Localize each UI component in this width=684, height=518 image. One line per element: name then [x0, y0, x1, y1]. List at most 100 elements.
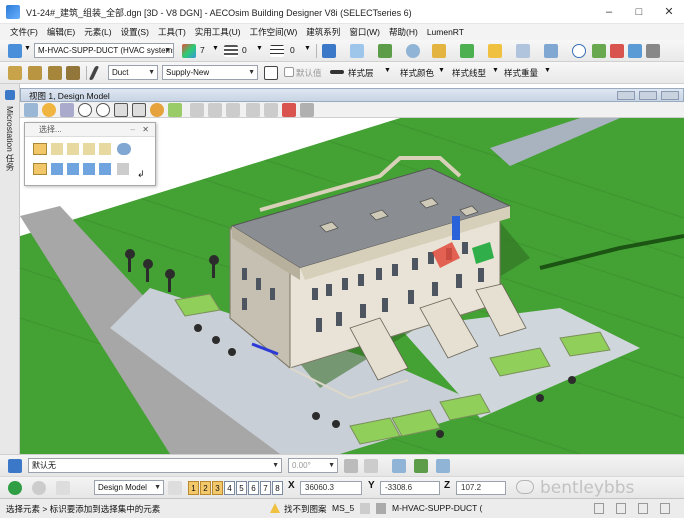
update-view-button[interactable]	[60, 103, 74, 117]
status-active-level[interactable]: M-HVAC-SUPP-DUCT (	[392, 503, 482, 513]
zoom-out-button[interactable]	[96, 103, 110, 117]
line-weight-icon[interactable]	[270, 45, 284, 57]
style-weight-dropdown[interactable]: 样式重量	[504, 67, 538, 79]
batch-icon[interactable]	[628, 44, 642, 58]
edit-icon[interactable]	[610, 44, 624, 58]
duct-tool-icon[interactable]	[8, 66, 22, 80]
maximize-button[interactable]: □	[624, 4, 654, 20]
mode-invert-icon[interactable]	[83, 163, 95, 175]
duct-fitting-icon[interactable]	[28, 66, 42, 80]
fit-view-button[interactable]	[132, 103, 146, 117]
menu-help[interactable]: 帮助(H)	[389, 26, 418, 38]
material-icon[interactable]	[432, 44, 446, 58]
duct-terminal-icon[interactable]	[66, 66, 80, 80]
level-manager-icon[interactable]	[8, 44, 22, 58]
menu-element[interactable]: 元素(L)	[84, 26, 111, 38]
mode-add-icon[interactable]	[51, 163, 63, 175]
save-status-icon[interactable]	[638, 503, 648, 514]
model-combo[interactable]: Design Model ▼	[94, 480, 164, 495]
palette-minimize-icon[interactable]: –	[131, 123, 135, 136]
walk-button[interactable]	[168, 103, 182, 117]
color-palette-icon[interactable]	[182, 44, 196, 58]
analysis-icon[interactable]	[516, 44, 530, 58]
select-fence-icon[interactable]	[99, 143, 111, 155]
view-minimize-button[interactable]	[617, 91, 635, 100]
line-style-icon[interactable]	[224, 45, 238, 57]
layer-icon[interactable]	[488, 44, 502, 58]
line-weight-swatch-icon[interactable]	[330, 70, 344, 74]
view-close-button[interactable]	[661, 91, 679, 100]
pen-icon[interactable]	[88, 66, 100, 80]
lock-status-icon[interactable]	[360, 503, 370, 514]
select-element-icon[interactable]	[33, 143, 47, 155]
view-button-1[interactable]: 1	[188, 481, 199, 495]
rotate-view-button[interactable]	[150, 103, 164, 117]
view-button-7[interactable]: 7	[260, 481, 271, 495]
mode-clear-icon[interactable]	[99, 163, 111, 175]
render-icon[interactable]	[406, 44, 420, 58]
menu-lumenrt[interactable]: LumenRT	[427, 27, 464, 37]
default-checkbox[interactable]	[284, 67, 294, 77]
zoom-in-button[interactable]	[78, 103, 92, 117]
settings-icon[interactable]	[544, 44, 558, 58]
view-attributes-button[interactable]	[24, 103, 38, 117]
palette-close-icon[interactable]: ✕	[142, 123, 149, 136]
print-status-icon[interactable]	[660, 503, 670, 514]
forward-icon[interactable]	[32, 481, 46, 495]
active-system-combo[interactable]: M-HVAC-SUPP-DUCT (HVAC systems ▼	[34, 43, 174, 58]
task-pin-icon[interactable]	[5, 90, 15, 100]
grid-icon[interactable]	[646, 44, 660, 58]
style-linetype-dropdown[interactable]: 样式线型	[452, 67, 486, 79]
select-shape-icon[interactable]	[83, 143, 95, 155]
z-coordinate-field[interactable]: 107.2	[456, 481, 506, 495]
site-icon[interactable]	[460, 44, 474, 58]
y-coordinate-field[interactable]: -3308.6	[380, 481, 440, 495]
palette-title-bar[interactable]: 选择... – ✕	[25, 123, 155, 137]
window-area-button[interactable]	[114, 103, 128, 117]
view-next-button[interactable]	[208, 103, 222, 117]
view-button-8[interactable]: 8	[272, 481, 283, 495]
view-previous-button[interactable]	[190, 103, 204, 117]
pointer-icon[interactable]	[56, 481, 70, 495]
message-status-icon[interactable]	[616, 503, 626, 514]
model-manager-icon[interactable]	[168, 481, 182, 495]
tree-icon[interactable]	[592, 44, 606, 58]
transparency-icon[interactable]	[364, 459, 378, 473]
lock-icon[interactable]	[264, 66, 278, 80]
mode-new-icon[interactable]	[33, 163, 47, 175]
palette-expand-icon[interactable]: ↲	[137, 169, 145, 180]
back-icon[interactable]	[8, 481, 22, 495]
camera-button[interactable]	[264, 103, 278, 117]
x-coordinate-field[interactable]: 36060.3	[300, 481, 362, 495]
angle-combo[interactable]: 0.00° ▼	[288, 458, 338, 473]
select-line-icon[interactable]	[51, 143, 63, 155]
select-all-icon[interactable]	[117, 143, 131, 155]
duct-branch-icon[interactable]	[48, 66, 62, 80]
section-button[interactable]	[300, 103, 314, 117]
menu-utilities[interactable]: 实用工具(U)	[195, 26, 241, 38]
task-panel-tab[interactable]: Microstation 任务	[4, 106, 16, 171]
tool-button[interactable]	[282, 103, 296, 117]
cursor-icon[interactable]	[117, 163, 129, 175]
menu-workspace[interactable]: 工作空间(W)	[250, 26, 298, 38]
level-display-icon[interactable]	[8, 459, 22, 473]
menu-window[interactable]: 窗口(W)	[349, 26, 380, 38]
table-icon[interactable]	[344, 459, 358, 473]
style-color-dropdown[interactable]: 样式颜色	[400, 67, 434, 79]
view-button-6[interactable]: 6	[248, 481, 259, 495]
copy-view-button[interactable]	[226, 103, 240, 117]
family-combo[interactable]: Supply-New ▼	[162, 65, 258, 80]
mode-subtract-icon[interactable]	[67, 163, 79, 175]
menu-tools[interactable]: 工具(T)	[158, 26, 186, 38]
style-layer-dropdown[interactable]: 样式层	[348, 67, 374, 79]
close-button[interactable]: ✕	[654, 4, 684, 20]
clip-volume-button[interactable]	[246, 103, 260, 117]
snap-icon[interactable]	[414, 459, 428, 473]
menu-building[interactable]: 建筑系列	[306, 26, 340, 38]
level-combo[interactable]: 默认无 ▼	[28, 458, 282, 473]
level-status-icon[interactable]	[376, 503, 386, 514]
view-button-5[interactable]: 5	[236, 481, 247, 495]
place-icon[interactable]	[378, 44, 392, 58]
accudraw-icon[interactable]	[436, 459, 450, 473]
display-style-button[interactable]	[42, 103, 56, 117]
